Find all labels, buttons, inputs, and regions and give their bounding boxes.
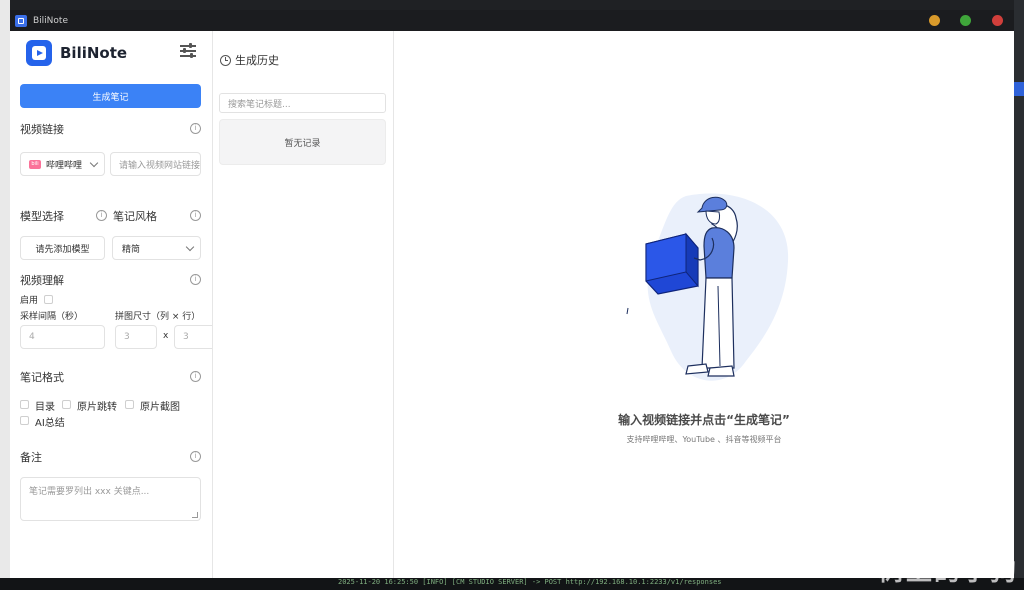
empty-state-subtitle: 支持哔哩哔哩、YouTube 、抖音等视频平台 (626, 435, 782, 444)
platform-select[interactable]: bili 哔哩哔哩 (20, 152, 105, 176)
clock-icon (220, 55, 231, 66)
info-icon[interactable]: i (190, 274, 201, 285)
enable-label: 启用 (20, 296, 39, 306)
video-understanding-label: 视频理解 (20, 274, 64, 287)
format-toc-label: 目录 (35, 402, 55, 413)
history-panel: 生成历史 搜索笔记标题... 暂无记录 (213, 31, 394, 578)
platform-selected-value: 哔哩哔哩 (46, 160, 83, 171)
info-icon[interactable]: i (190, 371, 201, 382)
info-icon[interactable]: i (96, 210, 107, 221)
note-format-label: 笔记格式 (20, 371, 64, 384)
resize-grip-icon[interactable] (192, 512, 198, 518)
brand: BiliNote (26, 40, 127, 66)
model-select-label: 模型选择 (20, 210, 64, 223)
info-icon[interactable]: i (190, 210, 201, 221)
format-screenshot-checkbox[interactable] (125, 400, 134, 409)
chevron-down-icon (89, 158, 99, 168)
main-panel: 输入视频链接并点击“生成笔记” 支持哔哩哔哩、YouTube 、抖音等视频平台 (394, 31, 1014, 578)
desktop-left-edge (0, 0, 10, 590)
history-title: 生成历史 (235, 54, 279, 67)
bilibili-icon: bili (29, 159, 41, 169)
format-screenshot-label: 原片截图 (140, 402, 180, 413)
terminal-log-line: 2025-11-20 16:25:50 [INFO] [CM STUDIO SE… (338, 578, 722, 586)
remark-label: 备注 (20, 451, 42, 464)
sample-interval-input[interactable]: 4 (20, 325, 105, 349)
grid-cols-input[interactable]: 3 (115, 325, 157, 349)
person-carrying-box-illustration (626, 193, 789, 381)
remark-placeholder: 笔记需要罗列出 xxx 关键点... (29, 487, 150, 497)
note-style-select[interactable]: 精简 (112, 236, 201, 260)
format-ai-summary-checkbox[interactable] (20, 416, 29, 425)
sidebar: BiliNote 生成笔记 视频链接 i bili 哔哩哔哩 请输入视频网站链接… (10, 31, 213, 578)
video-link-label: 视频链接 (20, 123, 64, 136)
bilinote-logo-icon (26, 40, 52, 66)
generate-note-button[interactable]: 生成笔记 (20, 84, 201, 108)
brand-name: BiliNote (60, 44, 128, 62)
format-ai-summary-label: AI总结 (35, 418, 65, 429)
app-icon (15, 14, 27, 27)
note-style-label: 笔记风格 (113, 210, 157, 223)
sample-interval-label: 采样间隔（秒） (20, 312, 84, 322)
format-toc-checkbox[interactable] (20, 400, 29, 409)
chevron-down-icon (185, 242, 195, 252)
enable-checkbox[interactable] (44, 295, 53, 304)
video-url-input[interactable]: 请输入视频网站链接 (110, 152, 201, 176)
close-button[interactable] (992, 15, 1003, 26)
add-model-button[interactable]: 请先添加模型 (20, 236, 105, 260)
grid-rows-input[interactable]: 3 (174, 325, 212, 349)
grid-size-label: 拼图尺寸（列 × 行） (115, 312, 201, 322)
format-jump-label: 原片跳转 (77, 402, 117, 413)
app-content: BiliNote 生成笔记 视频链接 i bili 哔哩哔哩 请输入视频网站链接… (10, 31, 1014, 578)
maximize-button[interactable] (960, 15, 971, 26)
watermark-text: 树上的小狗 (877, 557, 1018, 587)
info-icon[interactable]: i (190, 451, 201, 462)
minimize-button[interactable] (929, 15, 940, 26)
history-search-input[interactable]: 搜索笔记标题... (219, 93, 386, 113)
desktop-right-edge (1014, 0, 1024, 590)
remark-textarea[interactable]: 笔记需要罗列出 xxx 关键点... (20, 477, 201, 521)
settings-sliders-icon[interactable] (180, 43, 196, 58)
history-empty-state: 暂无记录 (219, 119, 386, 165)
title-bar[interactable]: BiliNote (10, 10, 1014, 31)
app-window: BiliNote BiliNote 生成笔记 视频链接 i bili 哔哩哔哩 (10, 10, 1014, 578)
format-jump-checkbox[interactable] (62, 400, 71, 409)
times-sign: x (163, 331, 169, 341)
info-icon[interactable]: i (190, 123, 201, 134)
empty-state-title: 输入视频链接并点击“生成笔记” (618, 413, 790, 427)
note-style-selected-value: 精简 (122, 244, 141, 255)
window-title: BiliNote (33, 15, 68, 26)
